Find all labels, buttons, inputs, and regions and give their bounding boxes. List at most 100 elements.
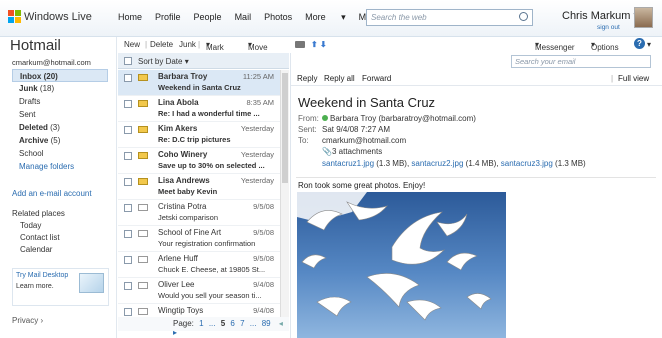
- junk-button[interactable]: Junk: [179, 40, 196, 49]
- forward-button[interactable]: Forward: [362, 74, 391, 83]
- page-ellipsis[interactable]: ...: [250, 319, 257, 328]
- message-checkbox[interactable]: [124, 204, 132, 212]
- nav-people[interactable]: People: [194, 12, 222, 23]
- nav-home[interactable]: Home: [118, 12, 142, 23]
- list-item[interactable]: Lisa Andrews Yesterday Meet baby Kevin: [118, 174, 280, 200]
- mark-as-menu[interactable]: Mark as ▾: [206, 40, 224, 61]
- divider: [296, 177, 656, 178]
- options-menu[interactable]: Options ▾: [591, 40, 619, 52]
- message-checkbox[interactable]: [124, 152, 132, 160]
- attachments-row: santacruz1.jpg (1.3 MB), santacruz2.jpg …: [322, 159, 586, 168]
- account-email[interactable]: cmarkum@hotmail.com: [12, 58, 91, 67]
- web-search-input[interactable]: Search the web: [366, 9, 533, 26]
- folder-sent[interactable]: Sent: [12, 108, 108, 121]
- attachment-2[interactable]: santacruz2.jpg: [411, 159, 463, 168]
- message-sender: Arlene Huff: [158, 254, 198, 263]
- message-checkbox[interactable]: [124, 256, 132, 264]
- down-arrow-icon[interactable]: ⬇: [320, 40, 327, 49]
- move-to-menu[interactable]: Move to ▾: [248, 40, 268, 61]
- sign-out-link[interactable]: sign out: [597, 24, 620, 31]
- related-contact-list[interactable]: Contact list: [12, 233, 65, 242]
- message-checkbox[interactable]: [124, 282, 132, 290]
- list-item[interactable]: Kim Akers Yesterday Re: D.C trip pictures: [118, 122, 280, 148]
- new-button[interactable]: New: [124, 40, 140, 49]
- attachment-1[interactable]: santacruz1.jpg: [322, 159, 374, 168]
- attachments-summary: 📎3 attachments: [322, 147, 383, 156]
- message-subject-preview: Meet baby Kevin: [158, 187, 218, 196]
- seagulls-photo[interactable]: [297, 192, 506, 338]
- nav-photos[interactable]: Photos: [264, 12, 292, 23]
- folder-archive[interactable]: Archive (5): [12, 134, 108, 147]
- envelope-icon: [138, 74, 148, 81]
- message-checkbox[interactable]: [124, 178, 132, 186]
- message-date: 9/5/08: [253, 228, 274, 237]
- message-date: Yesterday: [240, 176, 274, 185]
- up-arrow-icon[interactable]: ⬆: [311, 40, 318, 49]
- folder-deleted[interactable]: Deleted (3): [12, 121, 108, 134]
- page-6[interactable]: 6: [230, 319, 234, 328]
- message-checkbox[interactable]: [124, 308, 132, 316]
- message-checkbox[interactable]: [124, 126, 132, 134]
- page-1[interactable]: 1: [199, 319, 203, 328]
- folder-inbox[interactable]: Inbox (20): [12, 69, 108, 82]
- add-account-link[interactable]: Add an e-mail account: [12, 189, 92, 198]
- message-subject-preview: Weekend in Santa Cruz: [158, 83, 241, 92]
- list-item[interactable]: Coho Winery Yesterday Save up to 30% on se…: [118, 148, 280, 174]
- message-date: Yesterday: [240, 124, 274, 133]
- message-body: Ron took some great photos. Enjoy!: [298, 181, 426, 190]
- list-scrollbar[interactable]: [280, 70, 289, 317]
- scrollbar-thumb[interactable]: [282, 73, 288, 183]
- related-today[interactable]: Today: [12, 221, 65, 230]
- attachment-3[interactable]: santacruz3.jpg: [501, 159, 553, 168]
- next-page-icon[interactable]: ▸: [173, 328, 177, 337]
- privacy-link[interactable]: Privacy ›: [12, 316, 43, 325]
- list-item[interactable]: Oliver Lee 9/4/08 Would you sell your seas…: [118, 278, 280, 304]
- help-dropdown-icon[interactable]: ▾: [647, 40, 651, 49]
- page-title: Hotmail: [10, 37, 61, 54]
- page-ellipsis[interactable]: ...: [209, 319, 216, 328]
- message-checkbox[interactable]: [124, 230, 132, 238]
- user-name[interactable]: Chris Markum ▾: [562, 9, 639, 22]
- folder-junk[interactable]: Junk (18): [12, 82, 108, 95]
- prev-page-icon[interactable]: ◂: [279, 319, 283, 328]
- sent-row: Sent: Sat 9/4/08 7:27 AM: [298, 125, 391, 134]
- toolbar-divider: |: [198, 40, 201, 49]
- nav-mail[interactable]: Mail: [235, 12, 252, 23]
- nav-more[interactable]: More ▾: [305, 12, 346, 23]
- folder-drafts[interactable]: Drafts: [12, 95, 108, 108]
- related-places: Related places Today Contact list Calend…: [12, 209, 65, 257]
- print-icon[interactable]: [295, 41, 305, 48]
- message-checkbox[interactable]: [124, 100, 132, 108]
- folder-school[interactable]: School: [12, 147, 108, 160]
- list-item[interactable]: Arlene Huff 9/5/08 Chuck E. Cheese, at 198…: [118, 252, 280, 278]
- reply-all-button[interactable]: Reply all: [324, 74, 355, 83]
- search-icon[interactable]: [519, 12, 528, 21]
- email-search-input[interactable]: Search your email: [511, 55, 651, 68]
- list-item[interactable]: Cristina Potra 9/5/08 Jetski comparison: [118, 200, 280, 226]
- page-89[interactable]: 89: [262, 319, 271, 328]
- message-sender: Barbara Troy: [158, 72, 208, 81]
- messenger-menu[interactable]: Messenger ▾: [535, 40, 575, 52]
- from-value[interactable]: Barbara Troy (barbaratroy@hotmail.com): [330, 114, 476, 123]
- reply-button[interactable]: Reply: [297, 74, 317, 83]
- manage-folders-link[interactable]: Manage folders: [12, 160, 108, 173]
- full-view-button[interactable]: Full view: [618, 74, 649, 83]
- delete-button[interactable]: Delete: [150, 40, 173, 49]
- avatar[interactable]: [634, 7, 653, 28]
- list-item[interactable]: Wingtip Toys9/4/08Buy rabbit from Christ…: [118, 304, 280, 317]
- sort-by-date-menu[interactable]: Sort by Date ▾: [138, 57, 189, 66]
- related-calendar[interactable]: Calendar: [12, 245, 65, 254]
- list-item[interactable]: Barbara Troy 11:25 AM Weekend in Santa Cru…: [118, 70, 280, 96]
- list-item[interactable]: Lina Abola 8:35 AM Re: I had a wonderful t…: [118, 96, 280, 122]
- page-7[interactable]: 7: [240, 319, 244, 328]
- windows-live-logo[interactable]: Windows Live: [8, 10, 92, 23]
- select-all-checkbox[interactable]: [124, 57, 132, 65]
- reply-bar: Reply Reply all Forward | Full view: [291, 71, 662, 86]
- message-checkbox[interactable]: [124, 74, 132, 82]
- list-item[interactable]: School of Fine Art 9/5/08 Your registratio…: [118, 226, 280, 252]
- to-row: To: cmarkum@hotmail.com: [298, 136, 407, 145]
- help-icon[interactable]: ?: [634, 38, 645, 49]
- sidebar: Hotmail cmarkum@hotmail.com Inbox (20) J…: [0, 37, 117, 338]
- related-title: Related places: [12, 209, 65, 218]
- nav-profile[interactable]: Profile: [155, 12, 181, 23]
